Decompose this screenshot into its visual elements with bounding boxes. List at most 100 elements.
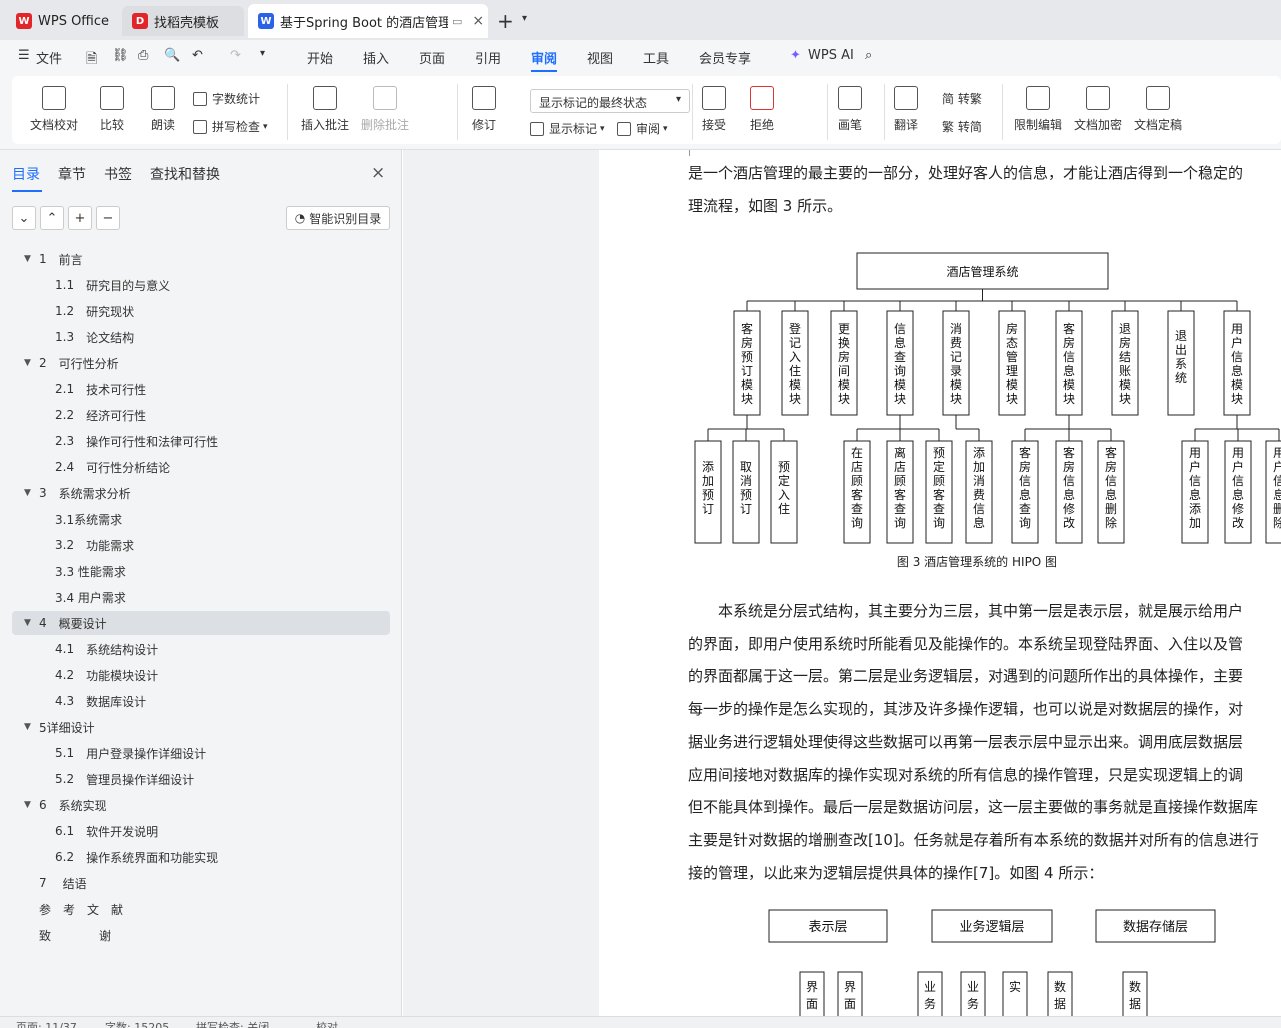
tab-wps-office[interactable]: W WPS Office xyxy=(6,6,118,36)
toc-item[interactable]: 1.2 研究现状 xyxy=(12,299,390,323)
remove-heading-button[interactable]: − xyxy=(96,206,120,230)
link-icon[interactable]: ⛓ xyxy=(112,48,129,63)
toc-item[interactable]: ▼ 4 概要设计 xyxy=(12,611,390,635)
doc-check-button[interactable]: 文档校对 xyxy=(30,86,78,133)
print-preview-icon[interactable]: 🔍 xyxy=(164,48,180,63)
compare-button[interactable]: 比较 xyxy=(100,86,124,133)
expand-down-button[interactable]: ⌄ xyxy=(12,206,36,230)
doc-encrypt-button[interactable]: 文档加密 xyxy=(1074,86,1122,133)
toc-number: 1.2 xyxy=(55,304,75,318)
menu-view[interactable]: 视图 xyxy=(587,48,613,67)
new-tab-icon[interactable]: + xyxy=(497,9,514,33)
menu-reference[interactable]: 引用 xyxy=(475,48,501,67)
toc-item[interactable]: ▼ 3 系统需求分析 xyxy=(12,481,390,505)
expand-triangle-icon[interactable]: ▼ xyxy=(24,254,31,264)
toc-item[interactable]: 1.1 研究目的与意义 xyxy=(12,273,390,297)
toc-item[interactable]: 3.2 功能需求 xyxy=(12,533,390,557)
toc-item[interactable]: 2.1 技术可行性 xyxy=(12,377,390,401)
ribbon-panel: 文档校对 比较 朗读 字数统计 拼写检查 ▾ 插入批注 删除批注 修订 显示标记的… xyxy=(12,76,1281,144)
tab-chapters[interactable]: 章节 xyxy=(58,164,86,184)
tab-docer-templates[interactable]: D 找稻壳模板 xyxy=(122,6,244,36)
word-count-indicator[interactable]: 字数: 15205 xyxy=(105,1019,169,1028)
file-menu[interactable]: 文件 xyxy=(36,48,62,67)
print-icon[interactable]: ⎙ xyxy=(138,48,148,63)
reject-button[interactable]: 拒绝 xyxy=(750,86,774,133)
toc-item[interactable]: 2.4 可行性分析结论 xyxy=(12,455,390,479)
toc-item[interactable]: 2.2 经济可行性 xyxy=(12,403,390,427)
more-chevron-icon[interactable]: ▾ xyxy=(260,48,265,59)
add-heading-button[interactable]: + xyxy=(68,206,92,230)
to-traditional-button[interactable]: 简 转繁 xyxy=(942,90,982,107)
menu-icon[interactable]: ☰ xyxy=(18,48,30,63)
expand-triangle-icon[interactable]: ▼ xyxy=(24,358,31,368)
close-icon[interactable]: × xyxy=(371,163,385,183)
delete-comment-button[interactable]: 删除批注 xyxy=(361,86,409,133)
tab-toc[interactable]: 目录 xyxy=(12,164,40,184)
menu-page[interactable]: 页面 xyxy=(419,48,445,67)
toc-item[interactable]: 7 结语 xyxy=(12,871,390,895)
toc-item[interactable]: 4.2 功能模块设计 xyxy=(12,663,390,687)
expand-triangle-icon[interactable]: ▼ xyxy=(24,618,31,628)
toc-item[interactable]: 3.3 性能需求 xyxy=(12,559,390,583)
restrict-edit-button[interactable]: 限制编辑 xyxy=(1014,86,1062,133)
hipo-sub-label: 预 xyxy=(740,488,752,502)
expand-triangle-icon[interactable]: ▼ xyxy=(24,800,31,810)
menu-review[interactable]: 审阅 xyxy=(531,48,558,72)
accept-button[interactable]: 接受 xyxy=(702,86,726,133)
review-pane-button[interactable]: 审阅 ▾ xyxy=(617,120,668,137)
show-markup-button[interactable]: 显示标记 ▾ xyxy=(530,120,605,137)
toc-item[interactable]: 6.2 操作系统界面和功能实现 xyxy=(12,845,390,869)
pen-button[interactable]: 画笔 xyxy=(838,86,862,133)
toc-item[interactable]: 1.3 论文结构 xyxy=(12,325,390,349)
document-page[interactable]: 是一个酒店管理的最主要的一部分，处理好客人的信息，才能让酒店得到一个稳定的 理流… xyxy=(599,150,1281,1016)
menu-tools[interactable]: 工具 xyxy=(643,48,669,67)
window-icon[interactable]: ▭ xyxy=(452,15,462,28)
spell-check-button[interactable]: 拼写检查 ▾ xyxy=(193,118,268,135)
tab-find-replace[interactable]: 查找和替换 xyxy=(150,164,220,184)
toc-item[interactable]: 6.1 软件开发说明 xyxy=(12,819,390,843)
proof-indicator[interactable]: 校对 xyxy=(316,1019,338,1028)
toc-item[interactable]: 3.4 用户需求 xyxy=(12,585,390,609)
tab-current-document[interactable]: W 基于Spring Boot 的酒店管理 ▭ × xyxy=(248,4,488,38)
collapse-up-button[interactable]: ⌃ xyxy=(40,206,64,230)
page-indicator[interactable]: 页面: 11/37 xyxy=(16,1019,77,1028)
toc-item[interactable]: 4.3 数据库设计 xyxy=(12,689,390,713)
toc-item[interactable]: 5.2 管理员操作详细设计 xyxy=(12,767,390,791)
toc-item[interactable]: ▼ 5详细设计 xyxy=(12,715,390,739)
to-simplified-label: 繁 转简 xyxy=(942,120,982,134)
smart-toc-button[interactable]: ◔ 智能识别目录 xyxy=(286,206,390,230)
to-simplified-button[interactable]: 繁 转简 xyxy=(942,118,982,135)
doc-final-button[interactable]: 文档定稿 xyxy=(1134,86,1182,133)
revise-button[interactable]: 修订 xyxy=(472,86,496,133)
expand-triangle-icon[interactable]: ▼ xyxy=(24,488,31,498)
tab-bookmarks[interactable]: 书签 xyxy=(104,164,132,184)
menu-start[interactable]: 开始 xyxy=(307,48,333,67)
redo-icon[interactable]: ↷ xyxy=(230,48,241,63)
insert-comment-button[interactable]: 插入批注 xyxy=(301,86,349,133)
wps-ai-button[interactable]: WPS AI xyxy=(808,48,854,63)
toc-item[interactable]: 参 考 文 献 xyxy=(12,897,390,921)
toc-item[interactable]: 致 谢 xyxy=(12,923,390,947)
expand-triangle-icon[interactable]: ▼ xyxy=(24,722,31,732)
toc-item[interactable]: 2.3 操作可行性和法律可行性 xyxy=(12,429,390,453)
menu-insert[interactable]: 插入 xyxy=(363,48,389,67)
word-count-button[interactable]: 字数统计 xyxy=(193,90,260,107)
translate-button[interactable]: 翻译 xyxy=(894,86,918,133)
markup-state-select[interactable]: 显示标记的最终状态 ▾ xyxy=(530,89,690,113)
toc-item[interactable]: ▼ 2 可行性分析 xyxy=(12,351,390,375)
undo-icon[interactable]: ↶ xyxy=(192,48,203,63)
hipo-sub-label: 查 xyxy=(851,502,863,516)
save-icon[interactable]: 🗎 xyxy=(86,48,97,72)
toc-item[interactable]: 5.1 用户登录操作详细设计 xyxy=(12,741,390,765)
toc-item[interactable]: ▼ 6 系统实现 xyxy=(12,793,390,817)
read-aloud-button[interactable]: 朗读 xyxy=(151,86,175,133)
toc-item[interactable]: ▼ 1 前言 xyxy=(12,247,390,271)
toc-item[interactable]: 3.1系统需求 xyxy=(12,507,390,531)
toc-item[interactable]: 4.1 系统结构设计 xyxy=(12,637,390,661)
menu-member[interactable]: 会员专享 xyxy=(699,48,751,67)
layer-sub-label: 面 xyxy=(844,997,856,1011)
close-tab-icon[interactable]: × xyxy=(472,13,484,29)
search-icon[interactable]: ⌕ xyxy=(865,48,872,63)
chevron-down-icon[interactable]: ▾ xyxy=(522,13,527,24)
spell-check-indicator[interactable]: 拼写检查: 关闭 xyxy=(196,1019,269,1028)
